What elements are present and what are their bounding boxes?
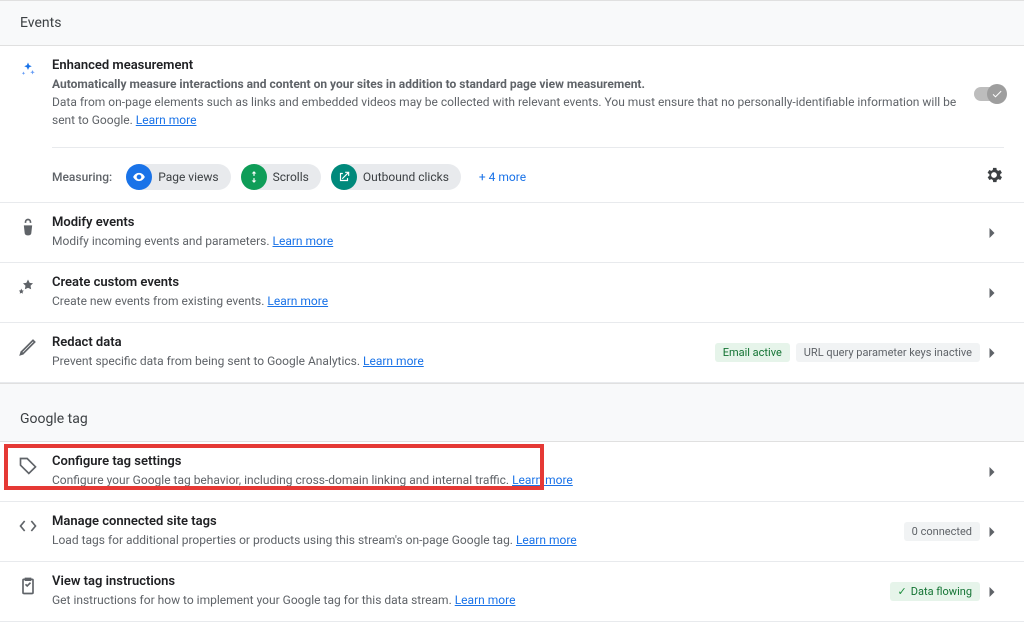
chip-scrolls: Scrolls [241,164,321,190]
outbound-icon [331,164,357,190]
url-keys-inactive-pill: URL query parameter keys inactive [796,343,980,362]
configure-tag-settings-row[interactable]: Configure tag settings Configure your Go… [0,442,1024,502]
instructions-title: View tag instructions [52,574,884,589]
google-tag-section-header: Google tag [0,397,1024,442]
google-tag-heading-text: Google tag [20,411,88,427]
eye-icon [126,164,152,190]
redact-learn-more-link[interactable]: Learn more [363,354,424,368]
create-custom-events-row[interactable]: Create custom events Create new events f… [0,263,1024,323]
modify-events-sub: Modify incoming events and parameters. [52,234,273,248]
redact-title: Redact data [52,335,709,350]
connected-tags-learn-more-link[interactable]: Learn more [516,533,577,547]
modify-events-learn-more-link[interactable]: Learn more [273,234,334,248]
chevron-right-icon [980,281,1004,305]
measuring-label: Measuring: [52,170,112,184]
connected-tags-icon [18,516,38,536]
enhanced-measurement-desc-bold: Automatically measure interactions and c… [52,77,645,91]
custom-events-learn-more-link[interactable]: Learn more [267,294,328,308]
chevron-right-icon [980,520,1004,544]
enhanced-measurement-learn-more-link[interactable]: Learn more [136,113,197,127]
connected-count-pill: 0 connected [904,522,980,541]
toggle-knob-check-icon [987,84,1007,104]
enhanced-measurement-card: Enhanced measurement Automatically measu… [0,46,1024,203]
configure-tag-title: Configure tag settings [52,454,980,469]
chevron-right-icon [980,460,1004,484]
redact-icon [18,337,38,357]
scroll-icon [241,164,267,190]
more-measurements-link[interactable]: + 4 more [479,170,526,184]
modify-events-title: Modify events [52,215,980,230]
data-flowing-pill: ✓ Data flowing [890,582,980,601]
check-icon: ✓ [898,585,907,598]
events-section-header: Events [0,0,1024,46]
redact-sub: Prevent specific data from being sent to… [52,354,363,368]
modify-events-icon [18,217,38,237]
enhanced-measurement-toggle[interactable] [974,87,1004,101]
sparkle-icon [18,60,38,80]
tag-icon [18,456,38,476]
connected-tags-sub: Load tags for additional properties or p… [52,533,516,547]
view-tag-instructions-row[interactable]: View tag instructions Get instructions f… [0,562,1024,622]
measurement-settings-gear-icon[interactable] [984,165,1004,189]
custom-events-title: Create custom events [52,275,980,290]
connected-tags-title: Manage connected site tags [52,514,898,529]
modify-events-row[interactable]: Modify events Modify incoming events and… [0,203,1024,263]
redact-data-row[interactable]: Redact data Prevent specific data from b… [0,323,1024,383]
chip-scrolls-label: Scrolls [273,170,309,184]
configure-tag-sub: Configure your Google tag behavior, incl… [52,473,512,487]
chevron-right-icon [980,341,1004,365]
section-divider [0,383,1024,397]
chip-outbound-label: Outbound clicks [363,170,449,184]
instructions-icon [18,576,38,596]
measuring-bar: Measuring: Page views Scrolls Outbound c… [52,147,1004,190]
instructions-sub: Get instructions for how to implement yo… [52,593,455,607]
custom-events-sub: Create new events from existing events. [52,294,267,308]
data-flowing-label: Data flowing [911,585,972,598]
chevron-right-icon [980,221,1004,245]
chip-outbound-clicks: Outbound clicks [331,164,461,190]
chevron-right-icon [980,580,1004,604]
manage-connected-tags-row[interactable]: Manage connected site tags Load tags for… [0,502,1024,562]
events-heading-text: Events [20,15,61,31]
configure-tag-learn-more-link[interactable]: Learn more [512,473,573,487]
custom-events-icon [18,277,38,297]
chip-page-views: Page views [126,164,230,190]
chip-page-views-label: Page views [158,170,218,184]
instructions-learn-more-link[interactable]: Learn more [455,593,516,607]
enhanced-measurement-title: Enhanced measurement [52,58,974,73]
email-active-pill: Email active [715,343,790,362]
